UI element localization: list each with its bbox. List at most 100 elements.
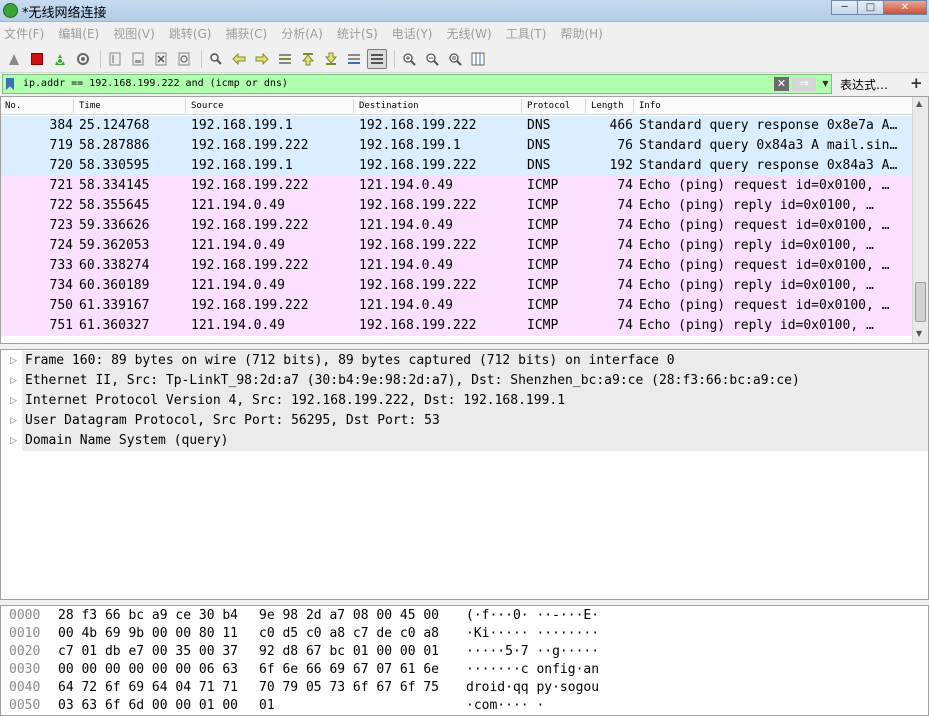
packet-row[interactable]: 722 58.355645 121.194.0.49 192.168.199.222 I…: [1, 196, 913, 216]
col-header-no[interactable]: No.: [5, 101, 21, 111]
packet-row[interactable]: 384 25.124768 192.168.199.1 192.168.199.222…: [1, 116, 913, 136]
scroll-up-icon[interactable]: ▲: [916, 99, 922, 108]
menu-tools[interactable]: 工具(T): [506, 25, 547, 42]
go-forward-icon[interactable]: [252, 49, 272, 69]
packet-row[interactable]: 721 58.334145 192.168.199.222 121.194.0.49 I…: [1, 176, 913, 196]
column-divider[interactable]: [521, 99, 522, 113]
cell-no: 724: [49, 238, 73, 253]
go-last-icon[interactable]: [321, 49, 341, 69]
menu-edit[interactable]: 编辑(E): [58, 25, 99, 42]
cell-length: 76: [617, 138, 633, 153]
find-packet-icon[interactable]: [206, 49, 226, 69]
bytes-hex1: 03 63 6f 6d 00 00 01 00: [58, 698, 239, 713]
zoom-normal-icon[interactable]: [445, 49, 465, 69]
toolbar-separator: [100, 49, 101, 68]
cell-length: 74: [617, 298, 633, 313]
cell-time: 25.124768: [79, 118, 150, 133]
cell-no: 733: [49, 258, 73, 273]
menu-file[interactable]: 文件(F): [4, 25, 44, 42]
go-to-packet-icon[interactable]: [275, 49, 295, 69]
column-divider[interactable]: [73, 99, 74, 113]
packet-row[interactable]: 719 58.287886 192.168.199.222 192.168.199.1…: [1, 136, 913, 156]
menu-telephony[interactable]: 电话(Y): [392, 25, 433, 42]
scrollbar-thumb[interactable]: [915, 282, 926, 322]
menu-help[interactable]: 帮助(H): [560, 25, 602, 42]
menu-wireless[interactable]: 无线(W): [447, 25, 492, 42]
expression-button[interactable]: 表达式…: [840, 76, 888, 93]
stop-capture-icon[interactable]: [27, 49, 47, 69]
shark-fin-start-icon[interactable]: [4, 49, 24, 69]
col-header-protocol[interactable]: Protocol: [527, 101, 570, 111]
col-header-source[interactable]: Source: [191, 101, 224, 111]
menu-view[interactable]: 视图(V): [113, 25, 155, 42]
auto-scroll-icon[interactable]: [344, 49, 364, 69]
expand-arrow-icon[interactable]: ▷: [10, 351, 17, 371]
detail-frame[interactable]: Frame 160: 89 bytes on wire (712 bits), …: [22, 351, 928, 371]
apply-filter-icon[interactable]: ⇒: [792, 77, 816, 91]
col-header-info[interactable]: Info: [639, 101, 661, 111]
column-divider[interactable]: [585, 99, 586, 113]
packet-row[interactable]: 720 58.330595 192.168.199.1 192.168.199.222…: [1, 156, 913, 176]
byte-row[interactable]: 0040 64 72 6f 69 64 04 71 71 70 79 05 73 6…: [1, 679, 928, 697]
close-file-icon[interactable]: [151, 49, 171, 69]
reload-file-icon[interactable]: [174, 49, 194, 69]
cell-time: 58.287886: [79, 138, 150, 153]
packet-row[interactable]: 733 60.338274 192.168.199.222 121.194.0.49 I…: [1, 256, 913, 276]
minimize-button[interactable]: ─: [831, 0, 858, 15]
byte-row[interactable]: 0020 c7 01 db e7 00 35 00 37 92 d8 67 bc 0…: [1, 643, 928, 661]
cell-destination: 192.168.199.222: [359, 318, 477, 333]
byte-row[interactable]: 0010 00 4b 69 9b 00 00 80 11 c0 d5 c0 a8 c…: [1, 625, 928, 643]
restart-capture-icon[interactable]: [50, 49, 70, 69]
expand-arrow-icon[interactable]: ▷: [10, 371, 17, 391]
menu-go[interactable]: 跳转(G): [169, 25, 212, 42]
packet-list-scrollbar[interactable]: ▲ ▼: [912, 97, 928, 343]
resize-columns-icon[interactable]: [468, 49, 488, 69]
detail-ipv4[interactable]: Internet Protocol Version 4, Src: 192.16…: [22, 391, 928, 411]
byte-row[interactable]: 0000 28 f3 66 bc a9 ce 30 b4 9e 98 2d a7 0…: [1, 607, 928, 625]
packet-row[interactable]: 751 61.360327 121.194.0.49 192.168.199.222 I…: [1, 316, 913, 336]
packet-row[interactable]: 723 59.336626 192.168.199.222 121.194.0.49 I…: [1, 216, 913, 236]
colorize-icon[interactable]: [367, 48, 387, 69]
clear-filter-icon[interactable]: ✕: [774, 77, 789, 91]
filter-text[interactable]: ip.addr == 192.168.199.222 and (icmp or …: [23, 78, 288, 89]
detail-ethernet[interactable]: Ethernet II, Src: Tp-LinkT_98:2d:a7 (30:…: [22, 371, 928, 391]
expand-arrow-icon[interactable]: ▷: [10, 431, 17, 451]
display-filter-input[interactable]: ip.addr == 192.168.199.222 and (icmp or …: [2, 74, 832, 94]
byte-row[interactable]: 0030 00 00 00 00 00 00 06 63 6f 6e 66 69 6…: [1, 661, 928, 679]
col-header-time[interactable]: Time: [79, 101, 101, 111]
packet-row[interactable]: 750 61.339167 192.168.199.222 121.194.0.49 I…: [1, 296, 913, 316]
detail-dns[interactable]: Domain Name System (query): [22, 431, 928, 451]
maximize-button[interactable]: □: [857, 0, 884, 15]
open-file-icon[interactable]: [105, 49, 125, 69]
add-filter-button[interactable]: +: [910, 74, 923, 92]
zoom-in-icon[interactable]: [399, 49, 419, 69]
close-button[interactable]: ✕: [883, 0, 927, 15]
chevron-down-icon[interactable]: ▼: [819, 76, 832, 92]
menu-capture[interactable]: 捕获(C): [225, 25, 267, 42]
packet-row[interactable]: 724 59.362053 121.194.0.49 192.168.199.222 I…: [1, 236, 913, 256]
save-file-icon[interactable]: [128, 49, 148, 69]
menu-analyze[interactable]: 分析(A): [281, 25, 323, 42]
cell-source: 121.194.0.49: [191, 238, 285, 253]
byte-row[interactable]: 0050 03 63 6f 6d 00 00 01 00 01 ·com···· ·: [1, 697, 928, 715]
packet-bytes-pane: 0000 28 f3 66 bc a9 ce 30 b4 9e 98 2d a7 0…: [0, 605, 929, 716]
go-first-icon[interactable]: [298, 49, 318, 69]
scroll-down-icon[interactable]: ▼: [916, 329, 922, 338]
cell-length: 74: [617, 218, 633, 233]
expand-arrow-icon[interactable]: ▷: [10, 411, 17, 431]
cell-info: Echo (ping) reply id=0x0100, …: [639, 318, 874, 333]
menu-statistics[interactable]: 统计(S): [337, 25, 378, 42]
expand-arrow-icon[interactable]: ▷: [10, 391, 17, 411]
capture-options-icon[interactable]: [73, 49, 93, 69]
zoom-out-icon[interactable]: [422, 49, 442, 69]
go-back-icon[interactable]: [229, 49, 249, 69]
packet-row[interactable]: 734 60.360189 121.194.0.49 192.168.199.222 I…: [1, 276, 913, 296]
cell-protocol: ICMP: [527, 318, 559, 333]
detail-udp[interactable]: User Datagram Protocol, Src Port: 56295,…: [22, 411, 928, 431]
col-header-destination[interactable]: Destination: [359, 101, 419, 111]
column-divider[interactable]: [353, 99, 354, 113]
column-divider[interactable]: [633, 99, 634, 113]
col-header-length[interactable]: Length: [591, 101, 624, 111]
bookmark-icon[interactable]: [6, 78, 14, 90]
column-divider[interactable]: [185, 99, 186, 113]
